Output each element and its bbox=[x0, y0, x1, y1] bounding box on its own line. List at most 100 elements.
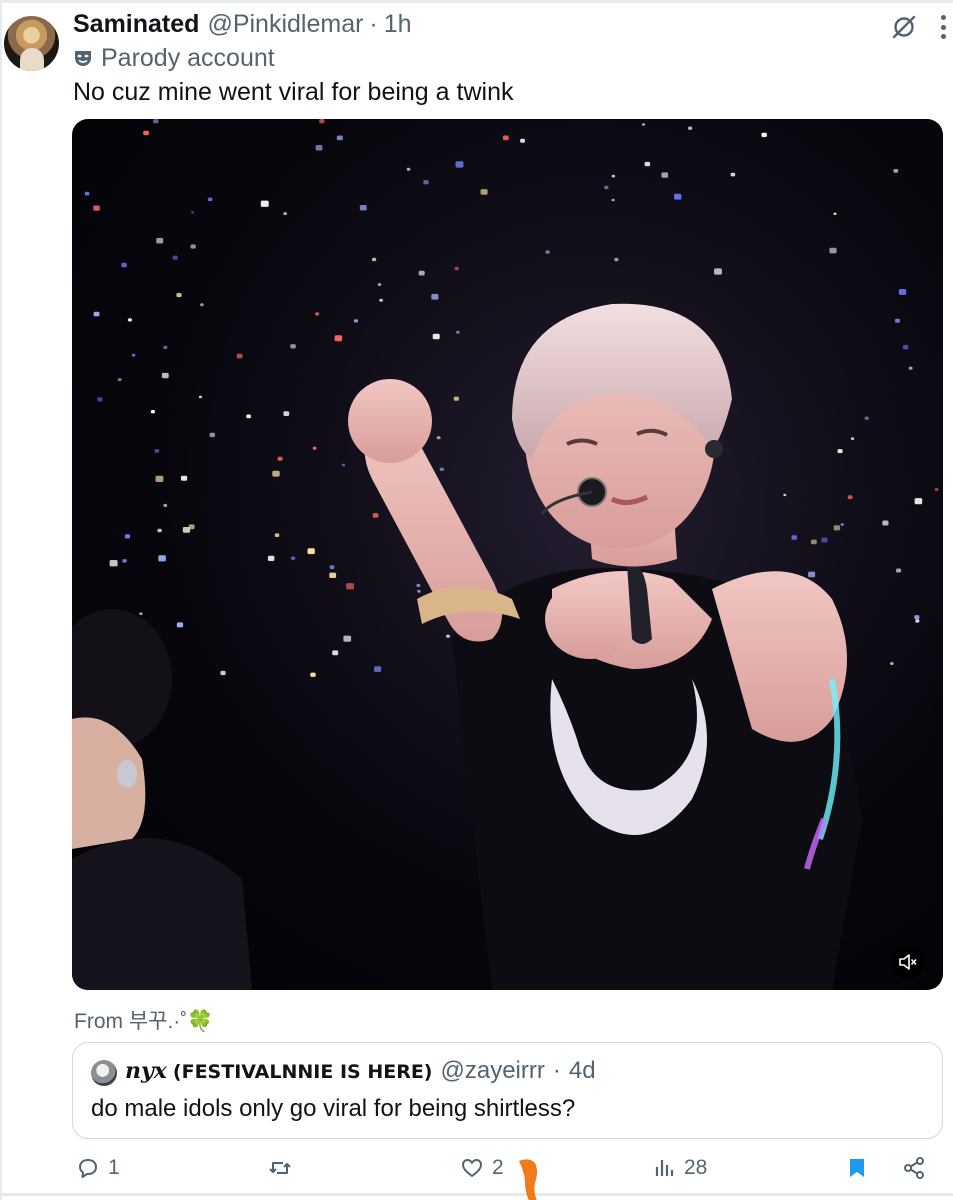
bookmark-icon bbox=[850, 1159, 864, 1177]
stage-light bbox=[246, 414, 251, 419]
stage-light bbox=[260, 200, 269, 207]
quoted-post-header: nyx (FESTIVALNNIE IS HERE) @zayeirrr · 4… bbox=[125, 1057, 596, 1087]
stage-light bbox=[850, 437, 855, 440]
quoted-author-handle: @zayeirrr bbox=[440, 1057, 545, 1084]
stage-light bbox=[283, 212, 287, 216]
stage-light bbox=[156, 237, 164, 244]
stage-light bbox=[329, 572, 337, 578]
grok-icon[interactable] bbox=[891, 14, 917, 40]
repost-button[interactable] bbox=[268, 1150, 300, 1186]
media-credit-text: From 부꾸.·˚ bbox=[74, 1010, 188, 1033]
stage-light bbox=[163, 345, 168, 349]
stage-light bbox=[315, 145, 323, 151]
stage-light bbox=[93, 205, 100, 211]
stage-light bbox=[890, 662, 894, 665]
media-credit[interactable]: From 부꾸.·˚🍀 bbox=[74, 1005, 213, 1035]
stage-light bbox=[902, 345, 909, 350]
stage-light bbox=[833, 525, 841, 531]
stage-light bbox=[372, 513, 379, 518]
author-handle[interactable]: @Pinkidlemar bbox=[207, 10, 363, 39]
quoted-timestamp: 4d bbox=[568, 1057, 596, 1084]
stage-light bbox=[882, 520, 889, 526]
touch-indicator bbox=[519, 1159, 537, 1200]
stage-light bbox=[131, 353, 136, 357]
bookmark-button[interactable] bbox=[845, 1150, 877, 1186]
stage-light bbox=[272, 470, 280, 477]
stage-light bbox=[439, 467, 444, 471]
stage-light bbox=[209, 432, 215, 438]
stage-light bbox=[456, 330, 460, 334]
stage-light bbox=[914, 498, 923, 505]
stage-light bbox=[176, 622, 184, 628]
stage-light bbox=[604, 185, 609, 190]
stage-light bbox=[783, 493, 787, 497]
stage-light bbox=[198, 395, 203, 399]
repost-icon bbox=[269, 1162, 291, 1174]
stage-light bbox=[158, 555, 166, 562]
stage-light bbox=[644, 161, 651, 167]
post-timestamp[interactable]: 1h bbox=[384, 10, 412, 39]
stage-light bbox=[730, 172, 736, 177]
video-frame bbox=[72, 119, 943, 990]
post-video[interactable] bbox=[72, 119, 943, 990]
stage-light bbox=[545, 250, 550, 254]
stage-light bbox=[418, 270, 425, 276]
stage-light bbox=[97, 397, 103, 402]
like-button[interactable]: 2 bbox=[460, 1150, 504, 1186]
stage-light bbox=[934, 488, 939, 491]
views-button[interactable]: 28 bbox=[652, 1150, 707, 1186]
stage-light bbox=[446, 634, 450, 638]
stage-light bbox=[661, 172, 669, 178]
stage-light bbox=[150, 410, 155, 414]
stage-light bbox=[791, 535, 798, 540]
stage-light bbox=[821, 537, 828, 543]
stage-light bbox=[290, 344, 296, 349]
clover-emoji: 🍀 bbox=[187, 1010, 214, 1033]
stage-light bbox=[454, 266, 459, 271]
stage-light bbox=[674, 193, 682, 200]
stage-light bbox=[761, 132, 767, 137]
stage-light bbox=[810, 539, 817, 545]
quoted-author-avatar bbox=[91, 1060, 117, 1086]
stage-light bbox=[431, 293, 439, 300]
stage-light bbox=[84, 191, 90, 196]
stage-light bbox=[176, 293, 182, 298]
stage-light bbox=[372, 257, 377, 262]
reply-button[interactable]: 1 bbox=[76, 1150, 120, 1186]
stage-light bbox=[908, 366, 913, 370]
stage-light bbox=[688, 126, 693, 130]
stage-light bbox=[837, 449, 843, 454]
stage-light bbox=[416, 583, 421, 587]
stage-light bbox=[808, 571, 816, 578]
share-button[interactable] bbox=[902, 1150, 934, 1186]
stage-light bbox=[714, 268, 722, 275]
stage-light bbox=[346, 583, 354, 590]
author-avatar[interactable] bbox=[4, 16, 59, 71]
bottom-divider bbox=[0, 1193, 953, 1196]
stage-light bbox=[163, 503, 168, 507]
stage-light bbox=[220, 670, 226, 676]
stage-light bbox=[829, 247, 837, 254]
stage-light bbox=[191, 211, 194, 214]
quoted-author-name: nyx bbox=[125, 1058, 167, 1084]
mute-button[interactable] bbox=[891, 945, 925, 979]
stage-light bbox=[180, 475, 188, 481]
stage-light bbox=[329, 565, 335, 570]
quoted-post[interactable]: nyx (FESTIVALNNIE IS HERE) @zayeirrr · 4… bbox=[72, 1042, 943, 1139]
stage-light bbox=[359, 205, 367, 211]
stage-light bbox=[343, 635, 352, 642]
stage-light bbox=[200, 303, 204, 307]
stage-light bbox=[153, 119, 159, 124]
stage-light bbox=[893, 169, 899, 173]
more-dots-icon[interactable] bbox=[936, 12, 950, 42]
author-display-name[interactable]: Saminated bbox=[73, 10, 199, 39]
stage-light bbox=[453, 396, 459, 401]
stage-light bbox=[436, 436, 441, 440]
stage-light bbox=[93, 311, 100, 317]
reply-count: 1 bbox=[108, 1156, 120, 1179]
stage-light bbox=[336, 135, 343, 141]
stage-light bbox=[896, 568, 902, 573]
stage-light bbox=[502, 135, 509, 141]
stage-light bbox=[161, 372, 169, 379]
stage-light bbox=[319, 119, 325, 124]
